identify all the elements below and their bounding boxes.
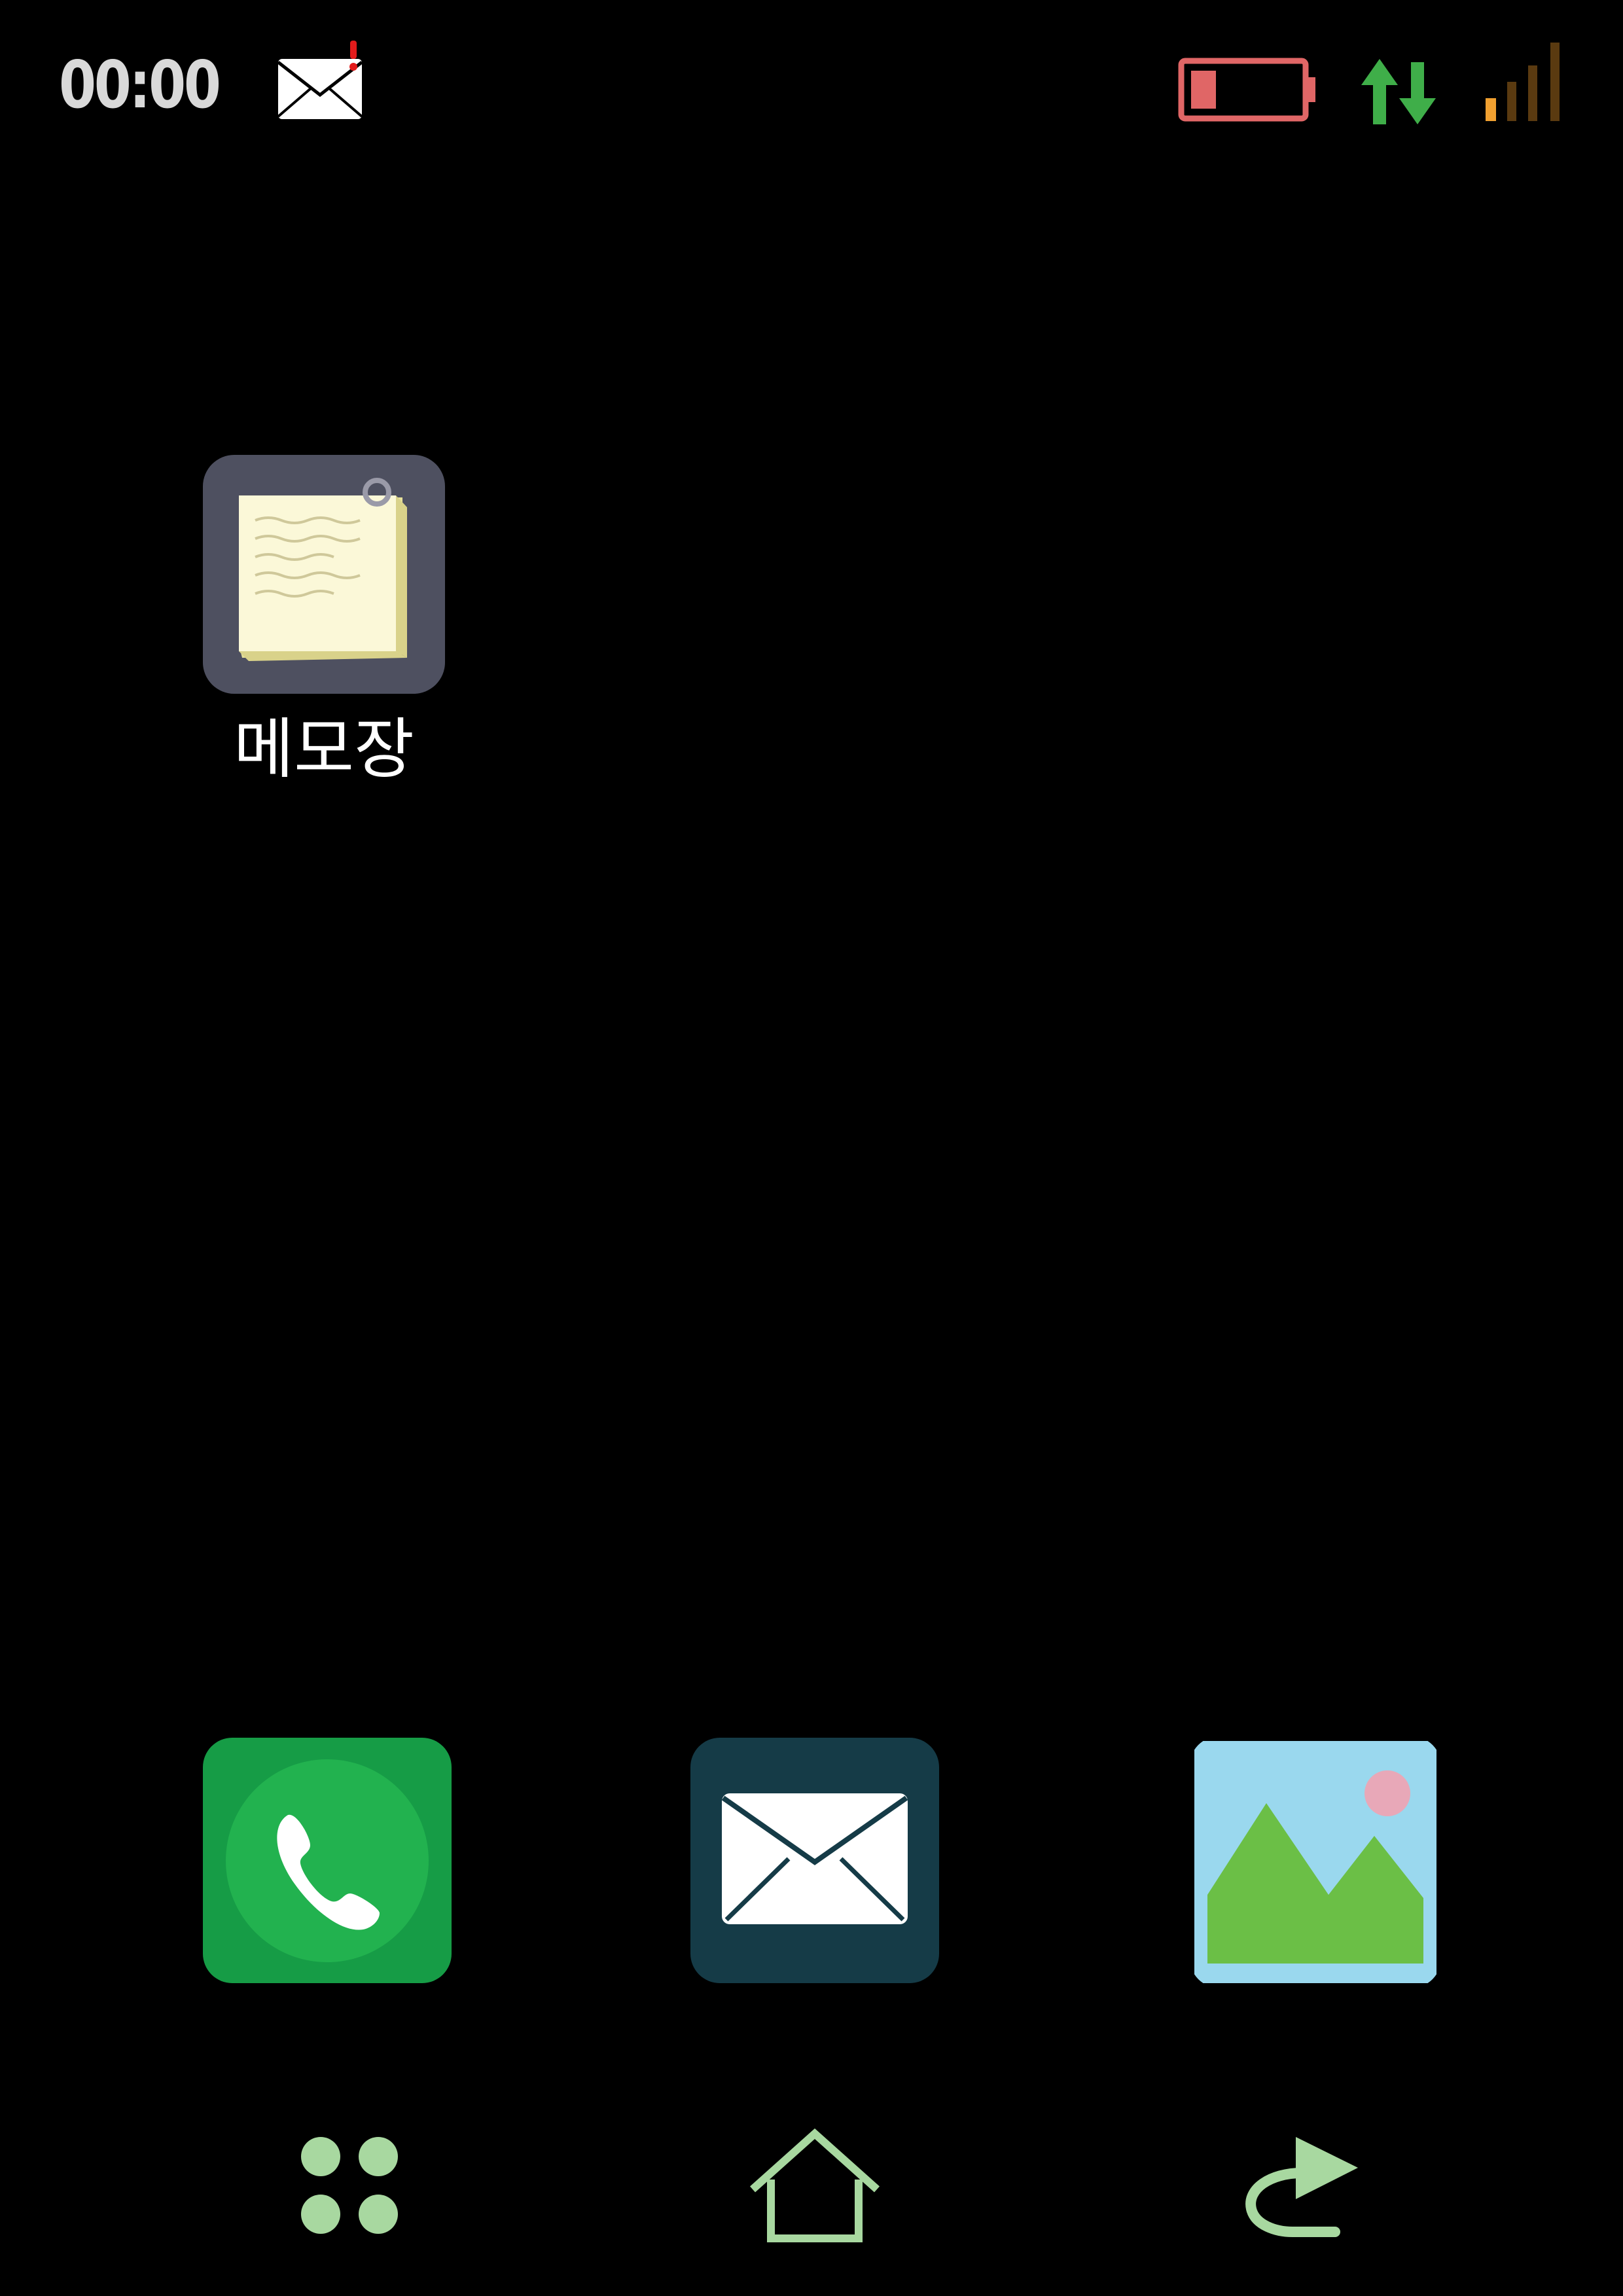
signal-strength-icon — [1486, 43, 1560, 121]
app-memo-label: 메모장 — [234, 711, 414, 787]
app-memo[interactable]: 메모장 — [203, 455, 445, 795]
home-icon[interactable] — [746, 2127, 883, 2245]
mail-notification-icon[interactable] — [275, 39, 366, 124]
phone-icon[interactable] — [203, 1738, 452, 1983]
notepad-icon[interactable] — [203, 455, 445, 694]
mail-icon[interactable] — [690, 1738, 939, 1983]
gallery-icon[interactable] — [1194, 1741, 1436, 1983]
back-icon[interactable] — [1243, 2127, 1368, 2242]
app-drawer-icon[interactable] — [294, 2130, 406, 2242]
status-clock: 00:00 — [59, 46, 221, 123]
data-transfer-icon — [1361, 59, 1436, 124]
battery-low-icon — [1178, 58, 1315, 122]
